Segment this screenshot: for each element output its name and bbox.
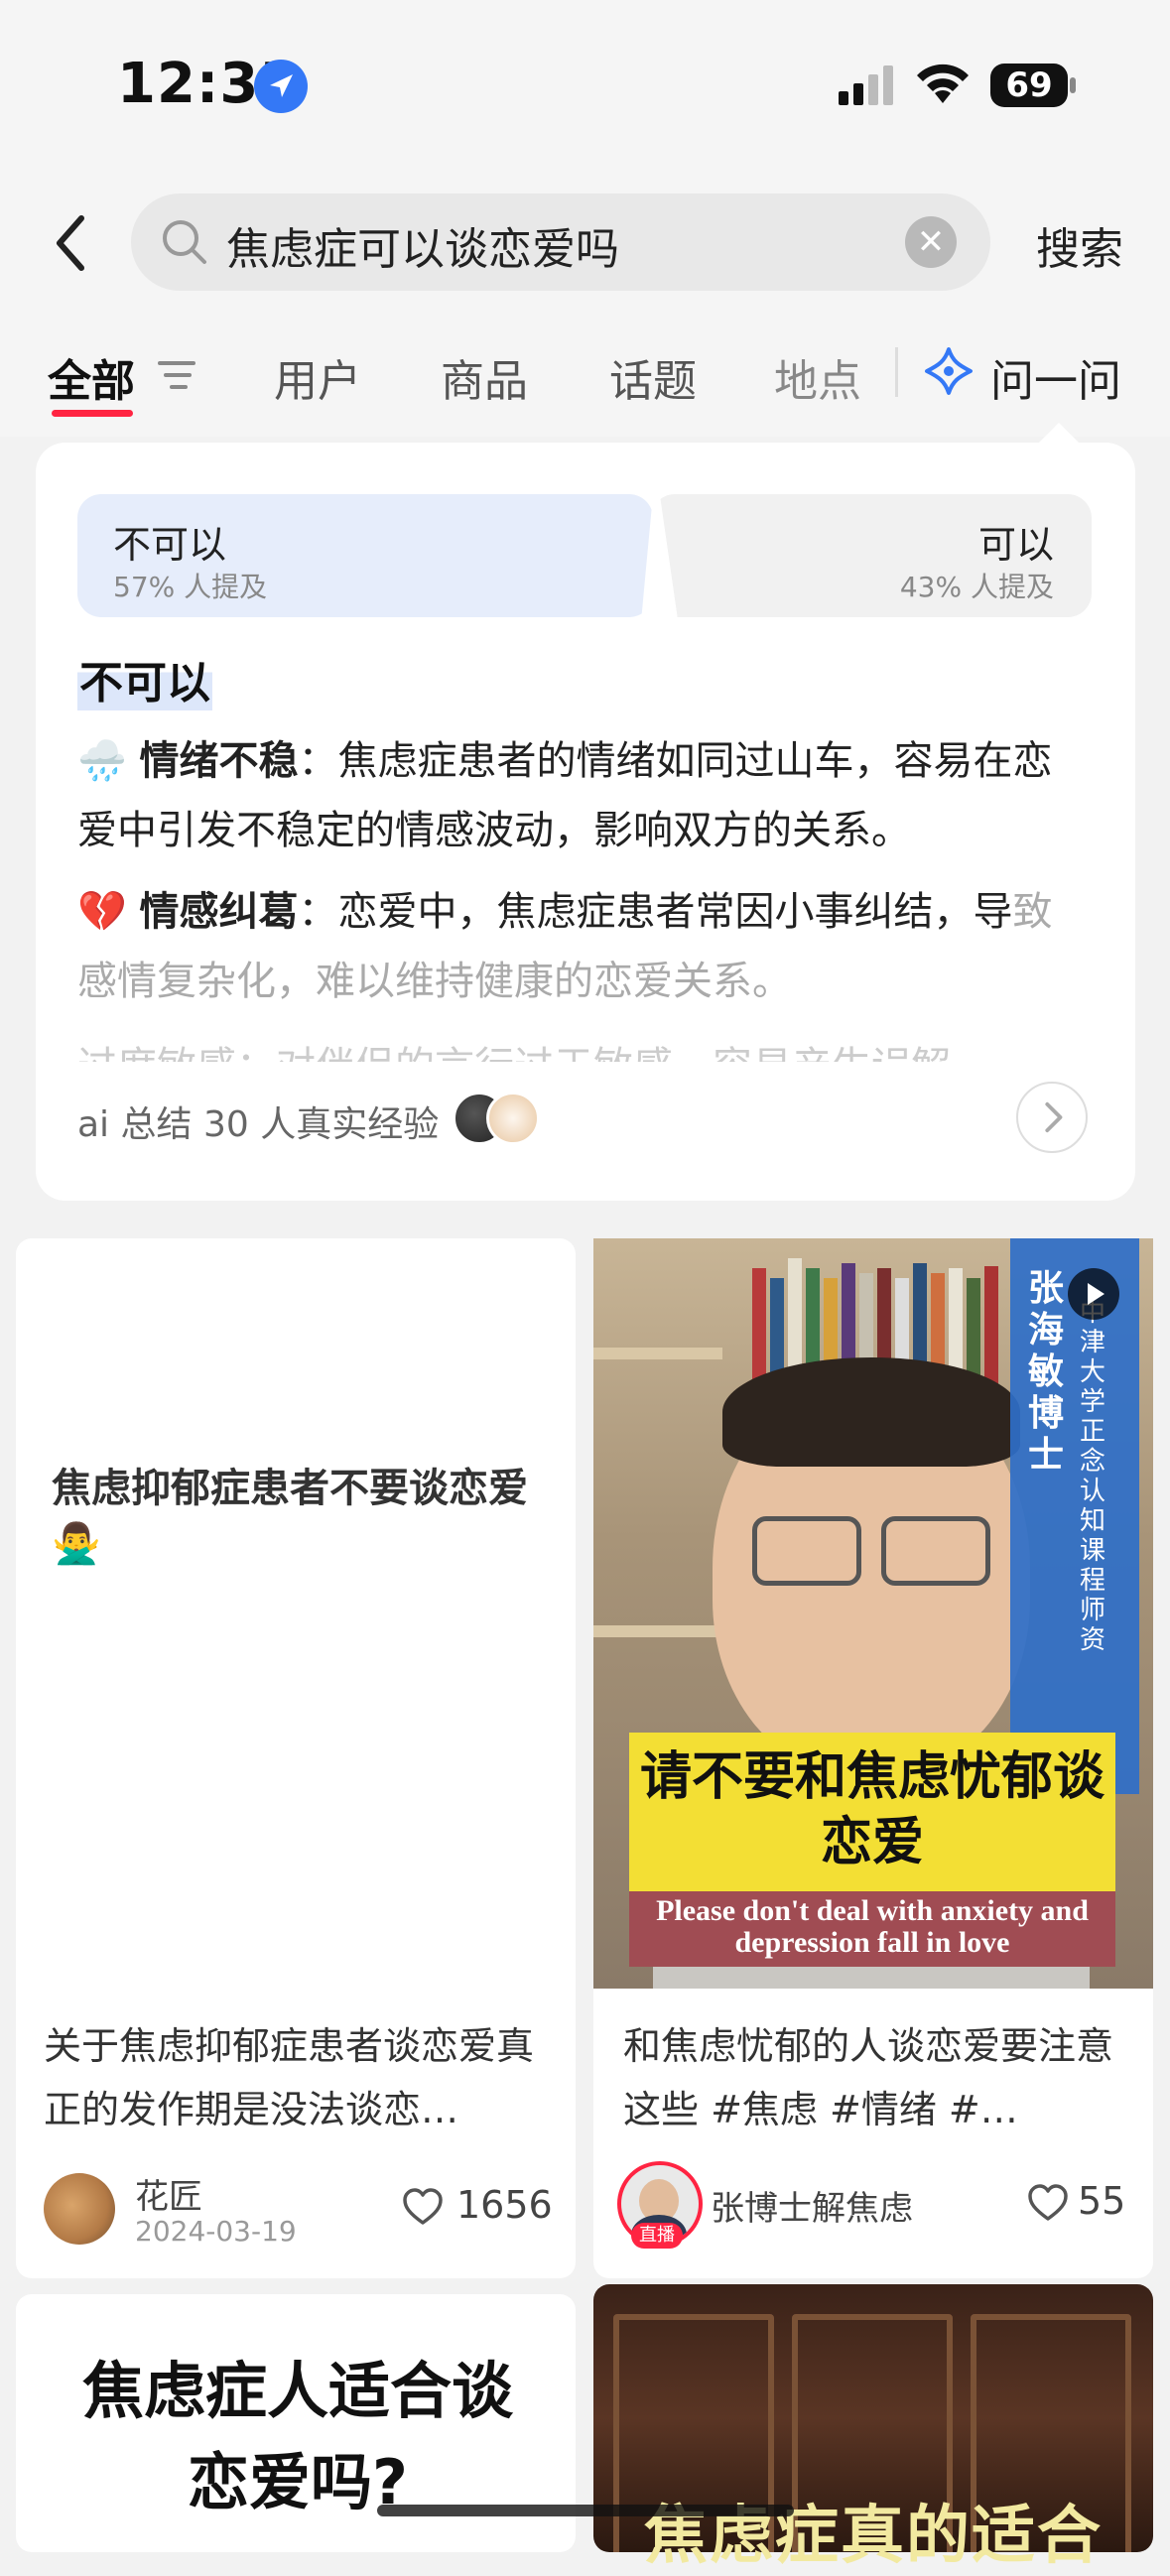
battery-icon: 69 (990, 64, 1068, 107)
note-cover-title: 焦虑症人适合谈恋爱吗? (81, 2355, 513, 2518)
answer-heading: 不可以 (77, 647, 212, 710)
avatar[interactable] (44, 2173, 115, 2245)
battery-tip (1070, 77, 1076, 93)
like-count: 55 (1078, 2179, 1126, 2223)
option-yes-percent: 43% 人提及 (899, 571, 1054, 603)
video-cover[interactable]: 张海敏博士 中津大学正念认知课程师资 请不要和焦虑忧郁谈恋爱 Please do… (593, 1238, 1153, 1989)
note-cover-text: 焦虑抑郁症患者不要谈恋爱🙅‍♂️ (52, 1466, 528, 1567)
point-title: 情感纠葛 (139, 889, 299, 935)
tab-products[interactable]: 商品 (441, 345, 528, 409)
point-text: ：恋爱中，焦虑症患者常因小事纠结，导 (298, 889, 1013, 935)
chevron-right-icon[interactable] (1016, 1082, 1088, 1153)
note-caption: 和焦虑忧郁的人谈恋爱要注意这些 #焦虑 #情绪 #… (623, 2024, 1114, 2131)
clear-search-button[interactable]: ✕ (905, 216, 957, 268)
active-tab-indicator (52, 410, 133, 417)
tab-ask[interactable]: 问一问 (990, 345, 1121, 409)
home-indicator[interactable] (377, 2505, 794, 2516)
point-title: 情绪不稳 (139, 738, 299, 784)
tab-users[interactable]: 用户 (274, 345, 361, 409)
search-query[interactable]: 焦虑症可以谈恋爱吗 (226, 213, 619, 277)
search-icon (163, 220, 206, 264)
vertical-name: 张海敏博士 (1028, 1268, 1065, 1476)
search-button[interactable]: 搜索 (1036, 213, 1123, 277)
tab-topics[interactable]: 话题 (609, 345, 697, 409)
option-no-label: 不可以 (113, 523, 227, 567)
answer-point-truncated: 过度敏感：对伴侣的言行过于敏感，容易产生误解 (77, 1032, 1080, 1062)
back-arrow-icon[interactable] (48, 208, 97, 278)
cover-title: 请不要和焦虑忧郁谈恋爱 (639, 1746, 1105, 1872)
heart-icon[interactable] (401, 2187, 445, 2227)
glasses-lens (881, 1516, 990, 1586)
ask-star-icon (925, 347, 973, 395)
play-icon (1068, 1268, 1119, 1320)
heart-icon[interactable] (1026, 2183, 1070, 2223)
option-no-percent: 57% 人提及 (113, 571, 268, 603)
wifi-icon (917, 64, 969, 103)
location-arrow-icon (254, 60, 308, 113)
note-caption: 关于焦虑抑郁症患者谈恋爱真正的发作期是没法谈恋… (44, 2024, 535, 2131)
live-badge: 直播 (631, 2223, 683, 2249)
like-count: 1656 (456, 2183, 553, 2227)
person-hair (722, 1357, 1020, 1467)
option-yes-label: 可以 (977, 523, 1054, 567)
avatar (486, 1092, 540, 1145)
ai-summary-footer: ai 总结 30 人真实经验 (77, 1104, 440, 1145)
answer-point: 💔 情感纠葛：恋爱中，焦虑症患者常因小事纠结，导致感情复杂化，难以维持健康的恋爱… (77, 877, 1080, 1016)
answer-point: 🌧️ 情绪不稳：焦虑症患者的情绪如同过山车，容易在恋爱中引发不稳定的情感波动，影… (77, 726, 1080, 865)
contributor-avatars (453, 1092, 542, 1145)
rain-cloud-icon: 🌧️ (77, 738, 127, 784)
broken-heart-icon: 💔 (77, 889, 127, 935)
post-date: 2024-03-19 (135, 2215, 297, 2248)
note-cover-title: 焦虑症真的适合 (644, 2500, 1103, 2573)
tab-all[interactable]: 全部 (48, 345, 135, 409)
filter-icon[interactable] (156, 357, 197, 393)
author-name[interactable]: 张博士解焦虑 (711, 2181, 913, 2230)
vertical-subtitle: 中津大学正念认知课程师资 (1080, 1298, 1106, 1655)
tab-places[interactable]: 地点 (774, 345, 861, 409)
tab-divider (895, 347, 898, 397)
cover-subtitle: Please don't deal with anxiety and depre… (656, 1894, 1089, 1959)
author-name[interactable]: 花匠 (135, 2169, 202, 2218)
card-pointer (1037, 423, 1081, 445)
cellular-signal-icon (839, 65, 893, 105)
glasses-lens (752, 1516, 861, 1586)
